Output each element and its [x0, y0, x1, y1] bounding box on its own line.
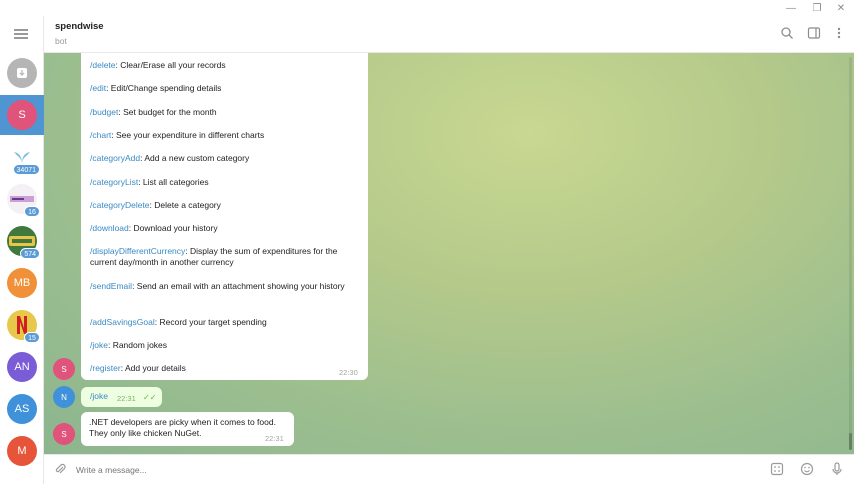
- message-history[interactable]: /delete: Clear/Erase all your records /e…: [44, 53, 854, 454]
- command-item: /edit: Edit/Change spending details: [90, 83, 360, 94]
- chat-list-sidebar: S 34071 16 574 MB 15 AN AS M: [0, 16, 44, 484]
- command-desc: : Record your target spending: [154, 317, 267, 327]
- command-link[interactable]: /joke: [90, 340, 108, 350]
- chat-item-channel-1[interactable]: 34071: [0, 137, 44, 177]
- chat-item-m[interactable]: M: [0, 431, 44, 471]
- command-item: /register: Add your details: [90, 363, 360, 374]
- command-link[interactable]: /budget: [90, 107, 118, 117]
- command-item: /displayDifferentCurrency: Display the s…: [90, 246, 360, 268]
- command-link[interactable]: /chart: [90, 130, 111, 140]
- message-time: 22:31: [117, 394, 136, 403]
- command-desc: : Send an email with an attachment showi…: [132, 281, 345, 291]
- avatar: S: [7, 100, 37, 130]
- bot-commands-message: /delete: Clear/Erase all your records /e…: [81, 53, 368, 380]
- message-time: 22:30: [339, 368, 358, 377]
- command-link[interactable]: /edit: [90, 83, 106, 93]
- command-item: /categoryDelete: Delete a category: [90, 200, 360, 211]
- command-desc: : Clear/Erase all your records: [115, 60, 226, 70]
- chat-item-archive[interactable]: [0, 53, 44, 93]
- scrollbar-track[interactable]: [849, 57, 852, 450]
- command-item: /addSavingsGoal: Record your target spen…: [90, 317, 360, 328]
- command-desc: : Add your details: [120, 363, 186, 373]
- unread-badge: 16: [24, 206, 40, 217]
- bot-reply-message: .NET developers are picky when it comes …: [81, 412, 294, 446]
- command-link[interactable]: /categoryDelete: [90, 200, 150, 210]
- bot-reply-text: .NET developers are picky when it comes …: [89, 417, 276, 438]
- command-desc: : Delete a category: [149, 200, 221, 210]
- attach-icon[interactable]: [53, 462, 69, 478]
- command-link[interactable]: /categoryAdd: [90, 153, 140, 163]
- command-desc: : Download your history: [128, 223, 218, 233]
- command-desc: : See your expenditure in different char…: [111, 130, 265, 140]
- command-item: /budget: Set budget for the month: [90, 107, 360, 118]
- command-item: /delete: Clear/Erase all your records: [90, 60, 360, 71]
- window-titlebar: — ❐ ✕: [0, 0, 854, 16]
- user-message: /joke 22:31 ✓✓: [81, 387, 162, 407]
- chat-header: spendwise bot: [44, 16, 854, 53]
- user-message-text[interactable]: /joke: [90, 391, 108, 402]
- command-item: /chart: See your expenditure in differen…: [90, 130, 360, 141]
- message-time: 22:31: [265, 434, 284, 443]
- chat-item-netflix[interactable]: 15: [0, 305, 44, 345]
- message-input[interactable]: [76, 462, 776, 478]
- chat-subtitle: bot: [55, 36, 67, 46]
- hamburger-menu-icon[interactable]: [14, 29, 28, 39]
- command-desc: : Add a new custom category: [140, 153, 250, 163]
- command-desc: : Random jokes: [107, 340, 168, 350]
- command-item: /download: Download your history: [90, 223, 360, 234]
- avatar: AS: [7, 394, 37, 424]
- search-icon[interactable]: [780, 26, 796, 42]
- avatar: M: [7, 436, 37, 466]
- command-desc: : Set budget for the month: [118, 107, 217, 117]
- chat-item-channel-2[interactable]: 16: [0, 179, 44, 219]
- unread-badge: 15: [24, 332, 40, 343]
- bot-avatar[interactable]: S: [53, 423, 75, 445]
- command-link[interactable]: /addSavingsGoal: [90, 317, 155, 327]
- chat-item-mb[interactable]: MB: [0, 263, 44, 303]
- chat-item-as[interactable]: AS: [0, 389, 44, 429]
- sidebar-toggle-icon[interactable]: [807, 26, 823, 42]
- command-item: /sendEmail: Send an email with an attach…: [90, 281, 360, 292]
- archive-icon: [7, 58, 37, 88]
- chat-item-an[interactable]: AN: [0, 347, 44, 387]
- command-link[interactable]: /categoryList: [90, 177, 138, 187]
- command-link[interactable]: /register: [90, 363, 121, 373]
- chat-item-spendwise[interactable]: S: [0, 95, 44, 135]
- user-avatar[interactable]: N: [53, 386, 75, 408]
- command-link[interactable]: /displayDifferentCurrency: [90, 246, 185, 256]
- unread-badge: 574: [20, 248, 40, 259]
- avatar: AN: [7, 352, 37, 382]
- microphone-icon[interactable]: [830, 462, 846, 478]
- avatar: MB: [7, 268, 37, 298]
- command-item: /joke: Random jokes: [90, 340, 360, 351]
- command-desc: : Edit/Change spending details: [106, 83, 222, 93]
- scrollbar-thumb[interactable]: [849, 433, 852, 450]
- restore-icon[interactable]: ❐: [806, 0, 828, 16]
- command-link[interactable]: /delete: [90, 60, 116, 70]
- more-options-icon[interactable]: [832, 26, 848, 42]
- command-link[interactable]: /download: [90, 223, 129, 233]
- chat-item-stocks[interactable]: 574: [0, 221, 44, 261]
- command-link[interactable]: /sendEmail: [90, 281, 132, 291]
- command-desc: : List all categories: [138, 177, 209, 187]
- bot-commands-icon[interactable]: [770, 462, 786, 478]
- message-composer: [44, 454, 854, 484]
- unread-badge: 34071: [12, 164, 40, 175]
- double-check-icon: ✓✓: [143, 393, 157, 402]
- chat-title[interactable]: spendwise: [55, 21, 104, 32]
- minimize-icon[interactable]: —: [780, 0, 802, 16]
- bot-avatar[interactable]: S: [53, 358, 75, 380]
- close-icon[interactable]: ✕: [830, 0, 852, 16]
- emoji-icon[interactable]: [800, 462, 816, 478]
- command-item: /categoryAdd: Add a new custom category: [90, 153, 360, 164]
- command-item: /categoryList: List all categories: [90, 177, 360, 188]
